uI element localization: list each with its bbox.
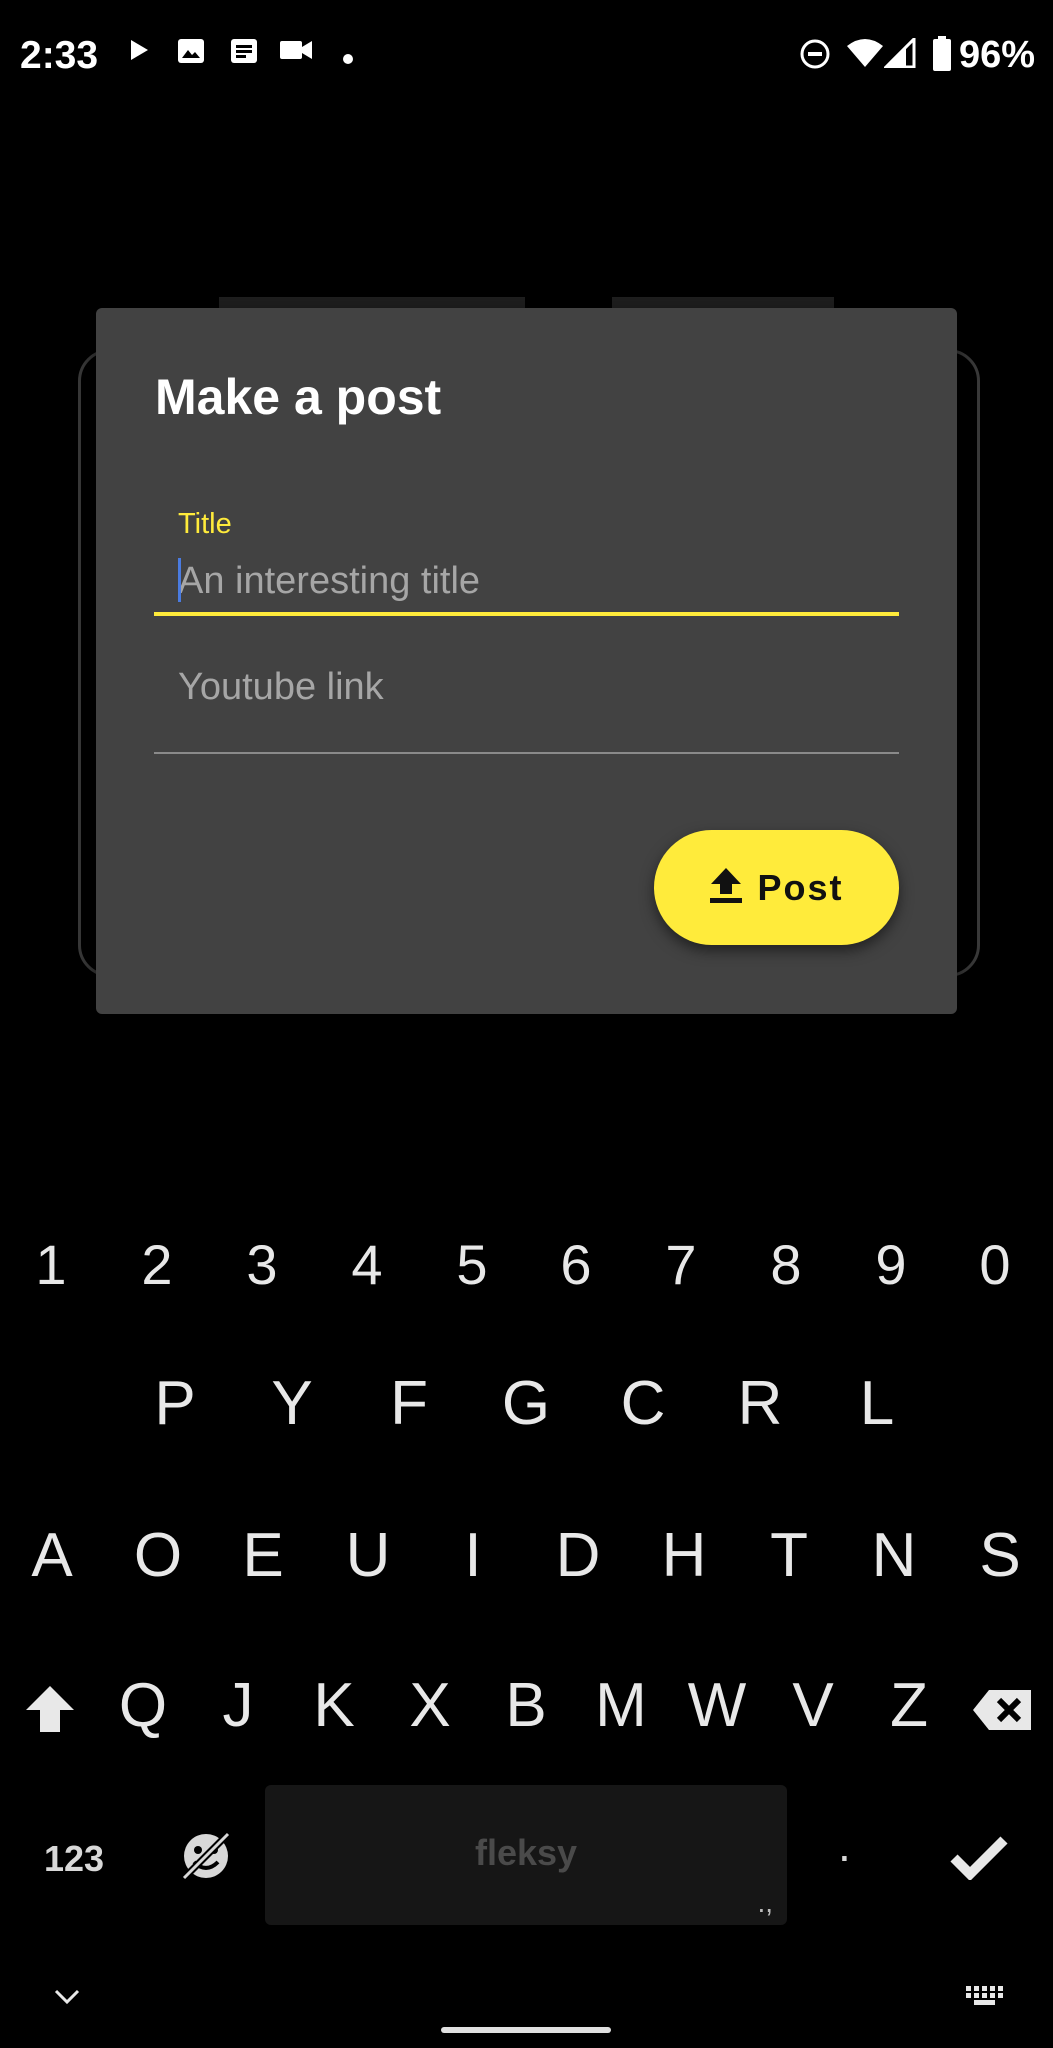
- key[interactable]: 1: [11, 1232, 91, 1297]
- key[interactable]: H: [639, 1520, 729, 1591]
- status-bar: 2:33 96%: [0, 0, 1053, 115]
- numbers-key[interactable]: 123: [44, 1838, 104, 1880]
- key[interactable]: M: [576, 1670, 666, 1741]
- status-time: 2:33: [20, 34, 99, 77]
- key[interactable]: 6: [536, 1232, 616, 1297]
- key[interactable]: U: [323, 1520, 413, 1591]
- keyboard: 1 2 3 4 5 6 7 8 9 0 P Y F G C R L A O E …: [0, 1188, 1053, 2048]
- youtube-link-placeholder: Youtube link: [178, 666, 384, 708]
- key[interactable]: 2: [117, 1232, 197, 1297]
- key[interactable]: 4: [327, 1232, 407, 1297]
- key[interactable]: E: [218, 1520, 308, 1591]
- spacebar-punctuation: .,: [757, 1887, 773, 1918]
- key[interactable]: Z: [864, 1670, 954, 1741]
- key[interactable]: Q: [98, 1670, 188, 1741]
- youtube-link-input[interactable]: Youtube link: [154, 648, 899, 752]
- title-input-underline: [154, 612, 899, 616]
- do-not-disturb-icon: [799, 38, 831, 75]
- make-post-dialog: Make a post Title An interesting title Y…: [96, 308, 957, 1014]
- key[interactable]: A: [7, 1520, 97, 1591]
- spacebar[interactable]: fleksy .,: [265, 1785, 787, 1925]
- key[interactable]: 8: [746, 1232, 826, 1297]
- video-camera-icon: [279, 38, 313, 67]
- title-input[interactable]: An interesting title: [154, 548, 899, 614]
- key[interactable]: T: [744, 1520, 834, 1591]
- battery-percentage: 96%: [958, 34, 1035, 76]
- upload-icon: [709, 866, 743, 909]
- key[interactable]: R: [715, 1368, 805, 1439]
- key[interactable]: X: [385, 1670, 475, 1741]
- key[interactable]: V: [768, 1670, 858, 1741]
- emoji-off-icon[interactable]: [176, 1828, 236, 1889]
- title-input-placeholder: An interesting title: [178, 560, 481, 602]
- key[interactable]: S: [955, 1520, 1045, 1591]
- period-key[interactable]: .: [838, 1818, 851, 1872]
- key[interactable]: 3: [222, 1232, 302, 1297]
- key[interactable]: J: [193, 1670, 283, 1741]
- key[interactable]: I: [428, 1520, 518, 1591]
- dialog-title: Make a post: [155, 369, 442, 425]
- checkmark-icon[interactable]: [948, 1836, 1010, 1885]
- youtube-link-underline: [154, 752, 899, 754]
- post-button[interactable]: Post: [654, 830, 899, 945]
- news-icon: [230, 38, 258, 69]
- chevron-down-icon[interactable]: [52, 1988, 82, 2011]
- shift-key[interactable]: [20, 1684, 80, 1739]
- text-cursor: [178, 558, 181, 602]
- key[interactable]: F: [364, 1368, 454, 1439]
- spacebar-label: fleksy: [474, 1832, 578, 1873]
- key[interactable]: G: [481, 1368, 571, 1439]
- key[interactable]: B: [481, 1670, 571, 1741]
- wifi-icon: [846, 38, 884, 73]
- key[interactable]: W: [672, 1670, 762, 1741]
- key[interactable]: 0: [955, 1232, 1035, 1297]
- key[interactable]: 9: [851, 1232, 931, 1297]
- signal-icon: [882, 35, 916, 73]
- backspace-icon[interactable]: [971, 1688, 1033, 1737]
- key[interactable]: 5: [432, 1232, 512, 1297]
- key[interactable]: D: [533, 1520, 623, 1591]
- key[interactable]: C: [598, 1368, 688, 1439]
- key[interactable]: O: [113, 1520, 203, 1591]
- key[interactable]: P: [130, 1368, 220, 1439]
- key[interactable]: Y: [247, 1368, 337, 1439]
- key[interactable]: N: [849, 1520, 939, 1591]
- play-icon: [128, 38, 150, 67]
- dot-icon: [343, 51, 353, 69]
- navigation-handle[interactable]: [441, 2027, 611, 2033]
- key[interactable]: L: [832, 1368, 922, 1439]
- key[interactable]: K: [289, 1670, 379, 1741]
- keyboard-icon[interactable]: [965, 1985, 1005, 2012]
- battery-icon: [932, 36, 952, 77]
- image-icon: [177, 38, 205, 69]
- key[interactable]: 7: [641, 1232, 721, 1297]
- post-button-label: Post: [757, 866, 844, 908]
- title-field-label: Title: [178, 508, 232, 540]
